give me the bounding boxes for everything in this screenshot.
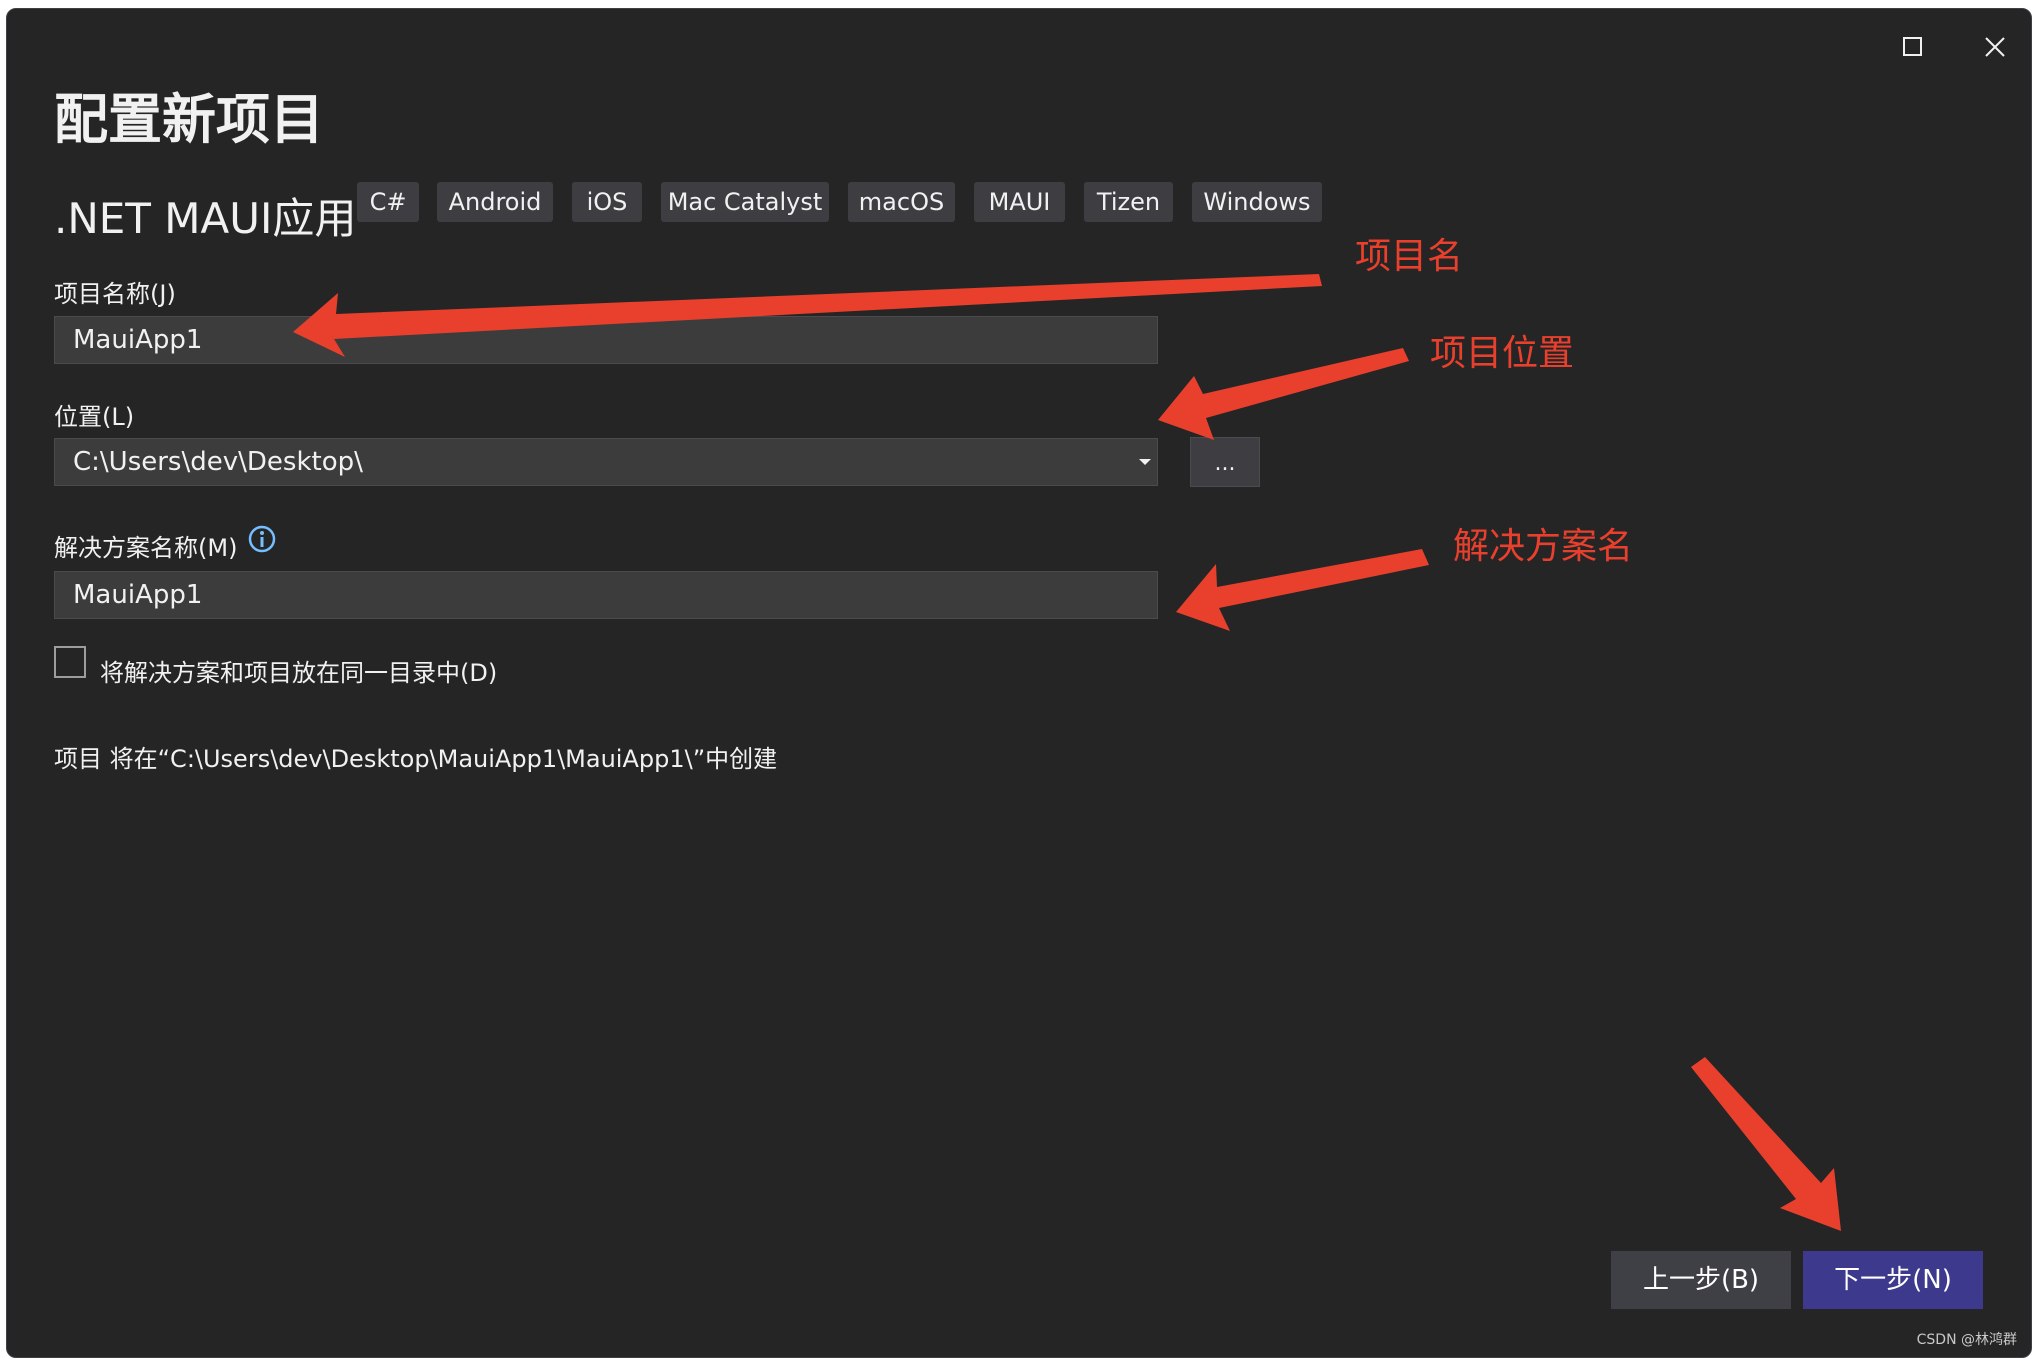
arrow-project-location bbox=[1158, 348, 1409, 440]
arrow-project-name bbox=[293, 274, 1322, 357]
annotation-arrows bbox=[293, 274, 1841, 1231]
arrow-next-button bbox=[1691, 1057, 1841, 1231]
configure-project-dialog: 配置新项目 .NET MAUI应用 C# Android iOS Mac Cat… bbox=[6, 8, 2032, 1358]
watermark: CSDN @林鸿群 bbox=[1916, 1332, 2017, 1348]
next-button[interactable]: 下一步(N) bbox=[1803, 1251, 1983, 1309]
back-button[interactable]: 上一步(B) bbox=[1611, 1251, 1791, 1309]
arrow-solution-name bbox=[1176, 549, 1429, 631]
